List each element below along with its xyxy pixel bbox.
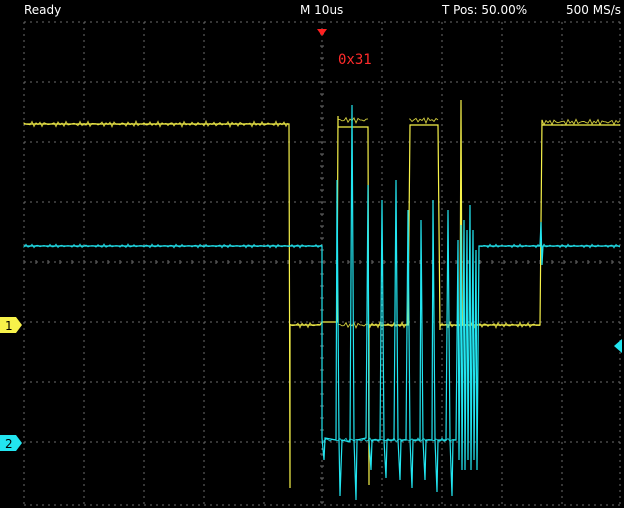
ch2-marker-icon[interactable]: 2 [0, 435, 22, 451]
ch2-marker-label: 2 [5, 437, 13, 451]
scope-display[interactable]: 1 2 [0, 0, 624, 508]
ch1-marker-icon[interactable]: 1 [0, 317, 22, 333]
ch1-marker-label: 1 [5, 319, 13, 333]
trigger-marker-icon[interactable] [317, 29, 327, 36]
trigger-level-marker-icon[interactable] [614, 339, 622, 353]
channel-2-trace [24, 104, 620, 501]
decode-annotation: 0x31 [338, 52, 372, 68]
